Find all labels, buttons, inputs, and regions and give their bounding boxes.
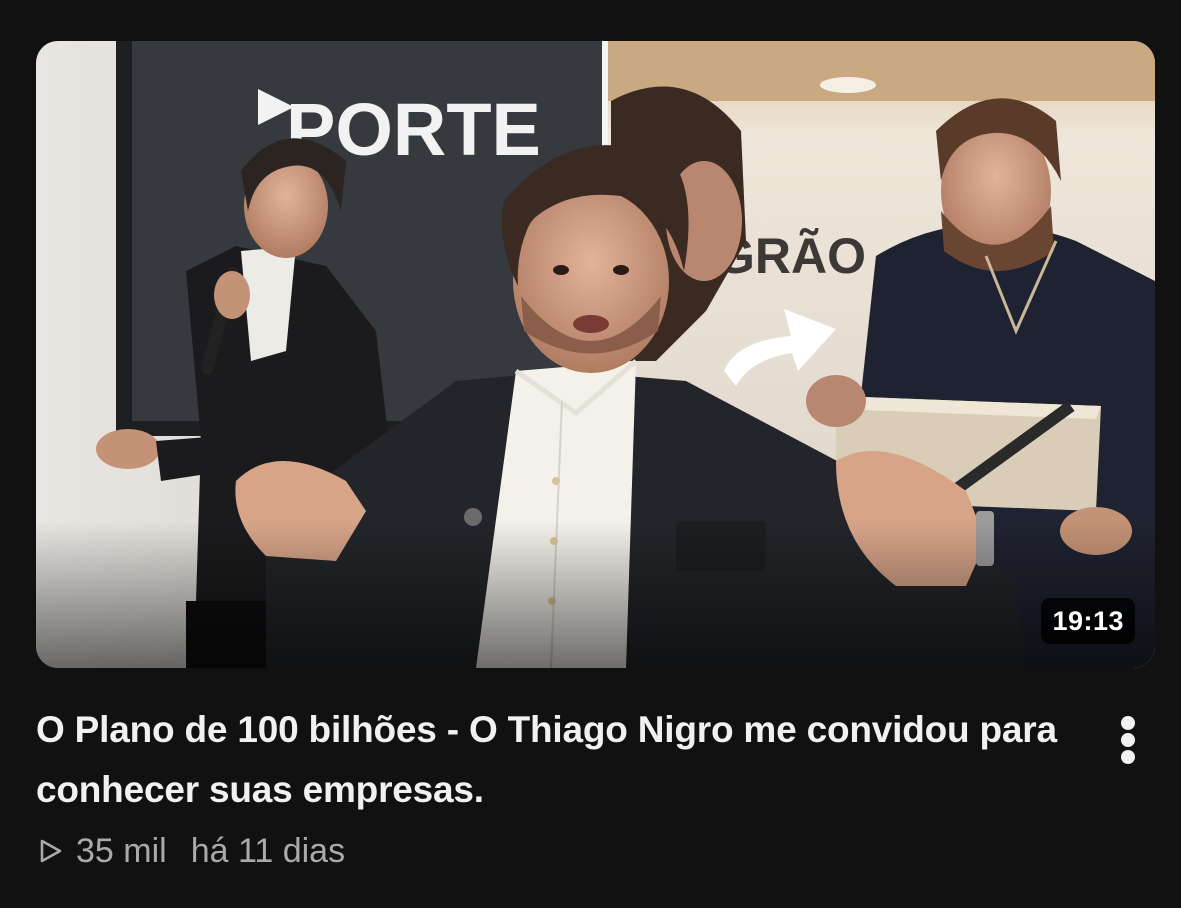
- thumbnail-image: PORTE GRÃO: [36, 41, 1155, 668]
- more-vertical-icon[interactable]: [1108, 712, 1148, 768]
- video-metadata: 35 mil há 11 dias: [38, 831, 345, 871]
- duration-badge: 19:13: [1041, 598, 1135, 644]
- video-card[interactable]: PORTE GRÃO 19:13 O Plano de 100 bilhões …: [0, 0, 1181, 908]
- play-outline-icon: [40, 839, 62, 863]
- video-title[interactable]: O Plano de 100 bilhões - O Thiago Nigro …: [36, 700, 1076, 820]
- view-count: 35 mil: [76, 832, 167, 870]
- upload-date: há 11 dias: [190, 832, 346, 870]
- video-thumbnail[interactable]: PORTE GRÃO 19:13: [36, 41, 1155, 668]
